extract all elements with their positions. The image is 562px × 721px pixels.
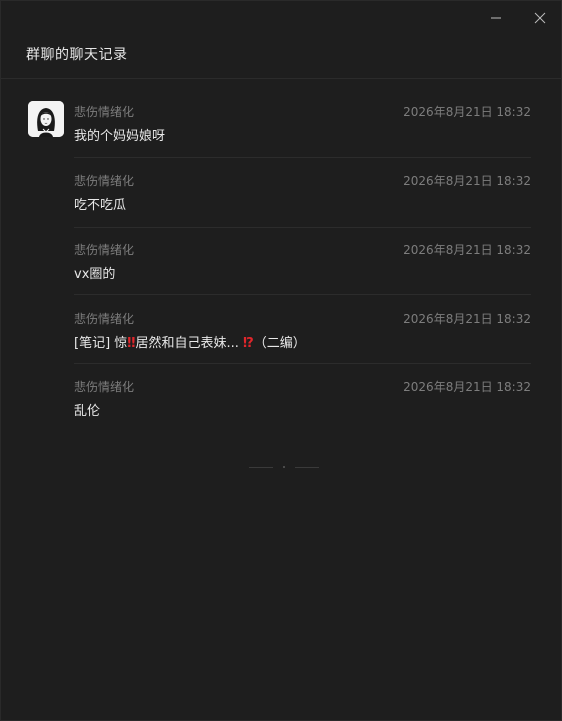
close-button[interactable] xyxy=(529,7,551,29)
exclamation-question-emoji: ⁉ xyxy=(242,336,254,351)
end-marker-line xyxy=(249,466,273,468)
message-content: 吃不吃瓜 xyxy=(74,198,127,213)
message-content: 我的个妈妈娘呀 xyxy=(74,129,166,144)
message-text: 居然和自己表妹... xyxy=(135,336,243,351)
title-bar xyxy=(1,1,561,35)
message-time: 2026年8月21日 18:32 xyxy=(403,312,531,326)
sender-name: 悲伤情绪化 xyxy=(74,105,135,119)
window-header: 群聊的聊天记录 xyxy=(1,35,561,79)
close-icon xyxy=(534,12,546,24)
end-marker-dot xyxy=(283,466,285,468)
message-item[interactable]: 悲伤情绪化 2026年8月21日 18:32 乱伦 xyxy=(1,368,561,432)
sender-name: 悲伤情绪化 xyxy=(74,380,135,394)
divider xyxy=(74,294,531,295)
sender-name: 悲伤情绪化 xyxy=(74,312,135,326)
divider xyxy=(74,363,531,364)
divider xyxy=(74,227,531,228)
avatar-girl-icon xyxy=(28,101,64,137)
message-text: （二编） xyxy=(253,336,306,351)
divider xyxy=(74,157,531,158)
sender-name: 悲伤情绪化 xyxy=(74,174,135,188)
message-content: [笔记] 惊‼居然和自己表妹... ⁉（二编） xyxy=(74,332,306,351)
message-content: 乱伦 xyxy=(74,404,101,419)
message-text: [笔记] 惊 xyxy=(74,336,128,351)
message-time: 2026年8月21日 18:32 xyxy=(403,380,531,394)
message-time: 2026年8月21日 18:32 xyxy=(403,174,531,188)
end-marker-line xyxy=(295,466,319,468)
sender-name: 悲伤情绪化 xyxy=(74,243,135,257)
message-item[interactable]: 悲伤情绪化 2026年8月21日 18:32 [笔记] 惊‼居然和自己表妹...… xyxy=(1,300,561,364)
message-item[interactable]: 悲伤情绪化 2026年8月21日 18:32 vx圈的 xyxy=(1,231,561,295)
message-content: vx圈的 xyxy=(74,267,116,282)
message-time: 2026年8月21日 18:32 xyxy=(403,105,531,119)
message-item[interactable]: 悲伤情绪化 2026年8月21日 18:32 吃不吃瓜 xyxy=(1,162,561,226)
end-of-list-marker xyxy=(249,466,319,468)
minimize-button[interactable] xyxy=(485,7,507,29)
chat-history-window: 群聊的聊天记录 悲伤情绪化 2026年8月21日 18:32 我的个妈妈娘呀 悲… xyxy=(0,0,562,721)
minimize-icon xyxy=(491,17,501,19)
window-title: 群聊的聊天记录 xyxy=(26,47,128,63)
message-time: 2026年8月21日 18:32 xyxy=(403,243,531,257)
avatar[interactable] xyxy=(28,101,64,137)
message-item[interactable]: 悲伤情绪化 2026年8月21日 18:32 我的个妈妈娘呀 xyxy=(1,93,561,157)
